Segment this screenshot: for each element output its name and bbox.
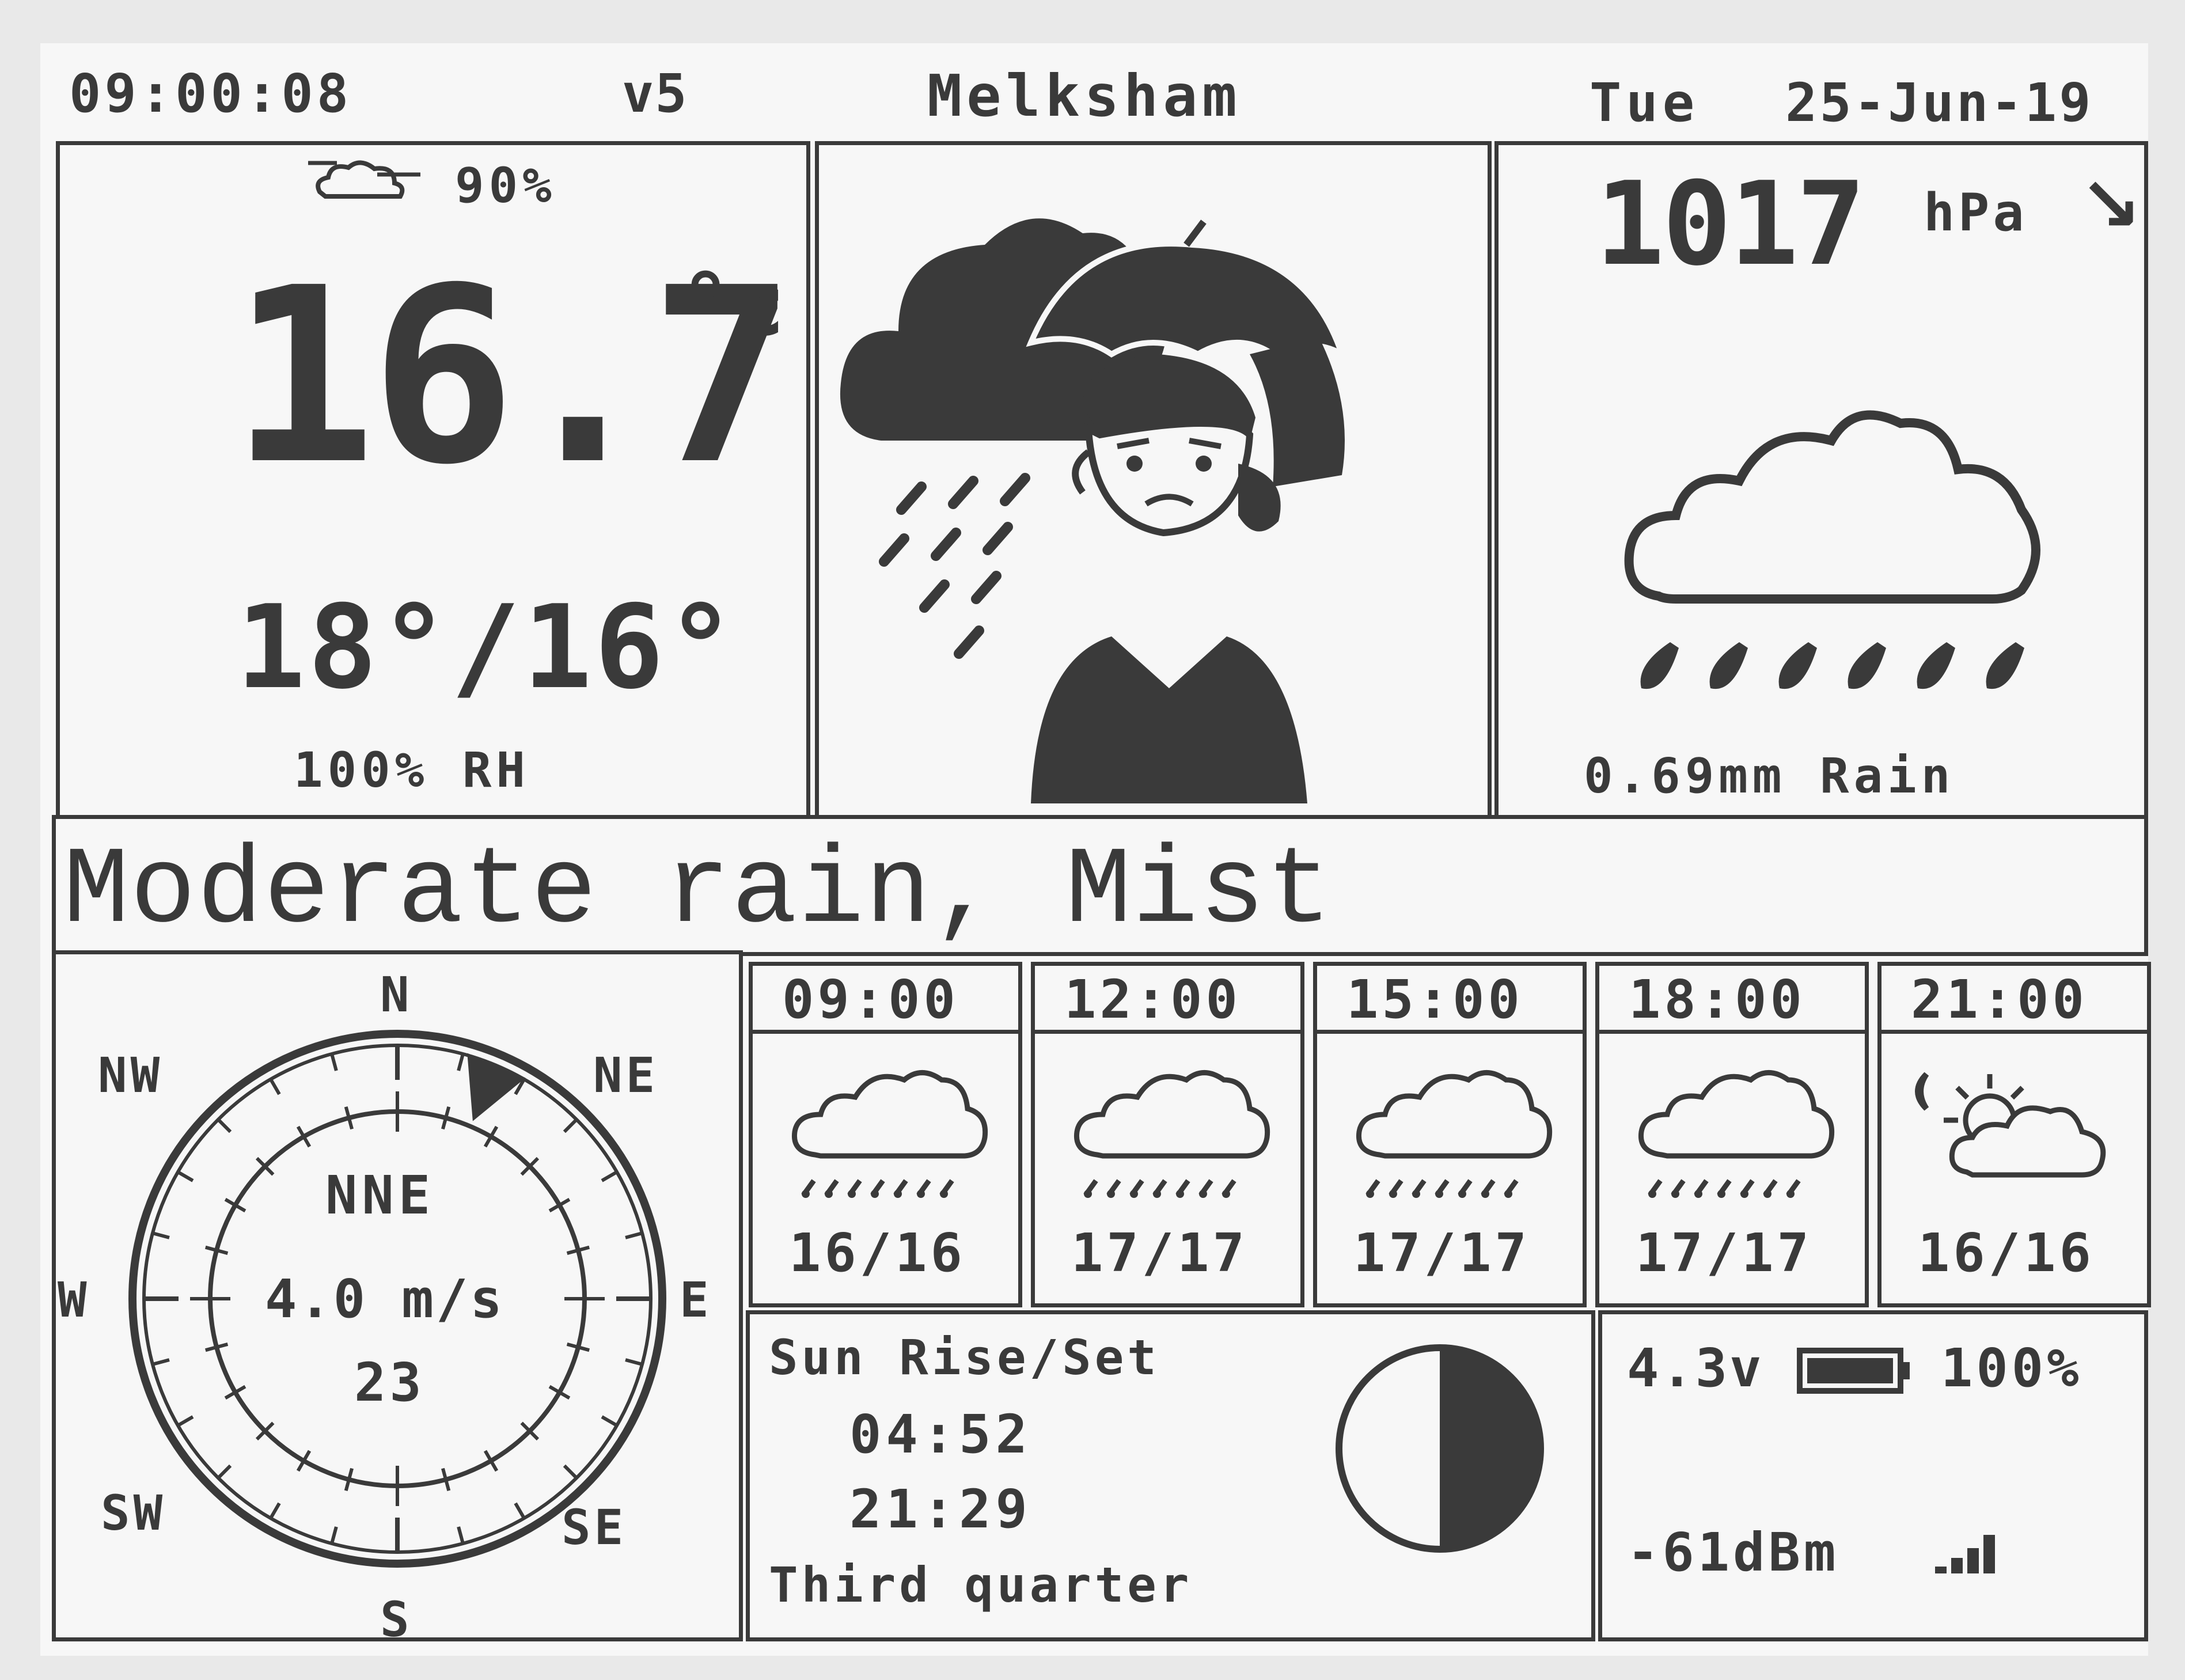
- temperature-unit: °c: [680, 255, 787, 355]
- forecast-temperatures: 17/17: [1636, 1222, 1812, 1284]
- compass-label-se: SE: [562, 1499, 627, 1556]
- pressure-unit: hPa: [1924, 183, 2028, 243]
- sunrise-time: 04:52: [849, 1404, 1032, 1465]
- wifi-signal-strength: -61dBm: [1627, 1522, 1839, 1583]
- forecast-time: 21:00: [1911, 969, 2088, 1030]
- forecast-temperatures: 16/16: [1918, 1222, 2095, 1284]
- compass-label-e: E: [680, 1272, 709, 1328]
- forecast-temperatures: 16/16: [789, 1222, 966, 1284]
- pressure-value: 1017: [1595, 157, 1866, 291]
- compass-label-w: W: [58, 1272, 87, 1328]
- cloud-cover-icon: [308, 160, 420, 199]
- current-day: Tue: [1590, 72, 1700, 134]
- weather-description: Moderate rain, Mist: [63, 830, 1333, 954]
- signal-bars-icon: [1935, 1535, 1995, 1573]
- compass-label-sw: SW: [101, 1485, 166, 1541]
- wind-direction: NNE: [325, 1165, 435, 1226]
- forecast-time: 12:00: [1064, 969, 1241, 1030]
- sunset-time: 21:29: [849, 1478, 1032, 1540]
- forecast-time: 15:00: [1346, 969, 1523, 1030]
- location-name: Melksham: [927, 62, 1242, 130]
- relative-humidity: 100% RH: [294, 742, 530, 798]
- eink-display: 09:00:08 v5 Melksham Tue 25-Jun-19 90% 1…: [40, 43, 2151, 1656]
- current-date: 25-Jun-19: [1785, 72, 2093, 134]
- moon-phase-label: Third quarter: [769, 1557, 1193, 1613]
- compass-label-nw: NW: [98, 1047, 164, 1103]
- rain-cloud-icon: [791, 1070, 988, 1198]
- rain-amount: 0.69mm Rain: [1584, 748, 1955, 804]
- forecast-time: 18:00: [1629, 969, 1805, 1030]
- sun-rise-set-title: Sun Rise/Set: [769, 1329, 1160, 1386]
- rain-cloud-icon: [1624, 410, 2040, 689]
- high-low-temperature: 18°/16°: [236, 581, 738, 715]
- moon-sun-cloud-icon: [1915, 1072, 2106, 1178]
- rain-cloud-icon: [1356, 1070, 1553, 1198]
- compass-label-n: N: [380, 966, 409, 1023]
- battery-percent: 100%: [1941, 1337, 2082, 1399]
- cloud-cover-value: 90%: [455, 157, 556, 214]
- compass-label-ne: NE: [593, 1047, 659, 1103]
- battery-icon: [1797, 1348, 1910, 1394]
- forecast-temperatures: 17/17: [1071, 1222, 1248, 1284]
- rain-cloud-icon: [1073, 1070, 1270, 1198]
- rain-cloud-icon: [1638, 1070, 1835, 1198]
- wind-speed: 4.0 m/s: [265, 1268, 504, 1330]
- forecast-temperatures: 17/17: [1353, 1222, 1530, 1284]
- forecast-time: 09:00: [782, 969, 959, 1030]
- wind-bearing: 23: [354, 1352, 425, 1413]
- battery-voltage: 4.3v: [1627, 1337, 1764, 1399]
- version-label: v5: [622, 63, 688, 124]
- compass-label-s: S: [380, 1591, 409, 1648]
- moon-phase-icon: [1336, 1344, 1544, 1553]
- clock-time: 09:00:08: [69, 63, 352, 124]
- rain-person-umbrella-icon: [840, 218, 1348, 803]
- pressure-trend-arrow: ↘: [2079, 161, 2142, 248]
